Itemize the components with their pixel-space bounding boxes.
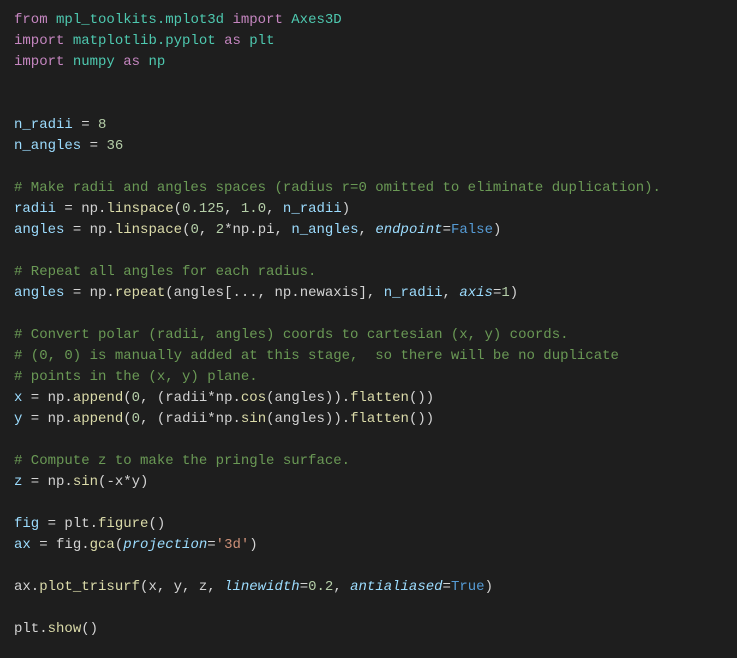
code-line: n_angles = 36 <box>14 136 723 157</box>
blank-line <box>14 493 723 514</box>
blank-line <box>14 430 723 451</box>
code-line: fig = plt.figure() <box>14 514 723 535</box>
comment-line: # (0, 0) is manually added at this stage… <box>14 346 723 367</box>
code-line: ax = fig.gca(projection='3d') <box>14 535 723 556</box>
code-line: n_radii = 8 <box>14 115 723 136</box>
comment-line: # Convert polar (radii, angles) coords t… <box>14 325 723 346</box>
blank-line <box>14 157 723 178</box>
comment-line: # Make radii and angles spaces (radius r… <box>14 178 723 199</box>
code-line: radii = np.linspace(0.125, 1.0, n_radii) <box>14 199 723 220</box>
comment-line: # points in the (x, y) plane. <box>14 367 723 388</box>
code-line: ax.plot_trisurf(x, y, z, linewidth=0.2, … <box>14 577 723 598</box>
code-line: y = np.append(0, (radii*np.sin(angles)).… <box>14 409 723 430</box>
code-line: angles = np.linspace(0, 2*np.pi, n_angle… <box>14 220 723 241</box>
code-block: from mpl_toolkits.mplot3d import Axes3D … <box>14 10 723 640</box>
blank-line <box>14 94 723 115</box>
code-line: z = np.sin(-x*y) <box>14 472 723 493</box>
blank-line <box>14 73 723 94</box>
comment-line: # Repeat all angles for each radius. <box>14 262 723 283</box>
blank-line <box>14 556 723 577</box>
code-line: angles = np.repeat(angles[..., np.newaxi… <box>14 283 723 304</box>
code-line: x = np.append(0, (radii*np.cos(angles)).… <box>14 388 723 409</box>
code-line: from mpl_toolkits.mplot3d import Axes3D <box>14 10 723 31</box>
blank-line <box>14 598 723 619</box>
code-line: plt.show() <box>14 619 723 640</box>
comment-line: # Compute z to make the pringle surface. <box>14 451 723 472</box>
code-line: import numpy as np <box>14 52 723 73</box>
blank-line <box>14 241 723 262</box>
blank-line <box>14 304 723 325</box>
code-line: import matplotlib.pyplot as plt <box>14 31 723 52</box>
